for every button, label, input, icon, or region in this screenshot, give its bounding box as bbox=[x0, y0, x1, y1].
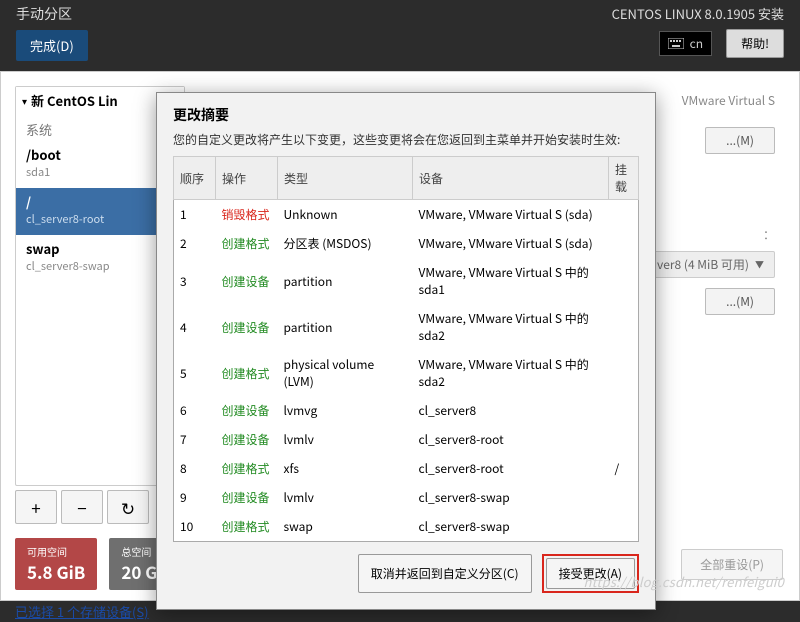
cell-order: 10 bbox=[174, 512, 216, 542]
cell-mount bbox=[609, 258, 639, 304]
modify-button[interactable]: ...(M) bbox=[705, 127, 775, 154]
watermark: https://blog.csdn.net/renfeigui0 bbox=[584, 572, 785, 591]
col-device[interactable]: 设备 bbox=[413, 157, 609, 200]
cell-type: 分区表 (MSDOS) bbox=[278, 229, 413, 258]
cell-operation: 创建格式 bbox=[216, 454, 278, 483]
cell-device: cl_server8-root bbox=[413, 425, 609, 454]
keyboard-indicator[interactable]: cn bbox=[659, 31, 712, 56]
table-row[interactable]: 6创建设备lvmvgcl_server8 bbox=[174, 396, 639, 425]
table-row[interactable]: 1销毁格式UnknownVMware, VMware Virtual S (sd… bbox=[174, 200, 639, 230]
reload-button[interactable]: ↻ bbox=[107, 490, 149, 524]
chevron-down-icon: ▼ bbox=[755, 258, 764, 271]
cell-operation: 创建格式 bbox=[216, 350, 278, 396]
cell-type: physical volume (LVM) bbox=[278, 350, 413, 396]
table-row[interactable]: 5创建格式physical volume (LVM)VMware, VMware… bbox=[174, 350, 639, 396]
keyboard-icon bbox=[668, 38, 684, 49]
cell-order: 1 bbox=[174, 200, 216, 230]
changes-table: 顺序 操作 类型 设备 挂载 1销毁格式UnknownVMware, VMwar… bbox=[173, 156, 639, 542]
cell-mount bbox=[609, 396, 639, 425]
col-operation[interactable]: 操作 bbox=[216, 157, 278, 200]
table-row[interactable]: 8创建格式xfscl_server8-root/ bbox=[174, 454, 639, 483]
cell-operation: 创建格式 bbox=[216, 512, 278, 542]
cell-operation: 创建格式 bbox=[216, 229, 278, 258]
cell-device: VMware, VMware Virtual S 中的 sda2 bbox=[413, 304, 609, 350]
col-type[interactable]: 类型 bbox=[278, 157, 413, 200]
cell-mount bbox=[609, 512, 639, 542]
mount-device: cl_server8-root bbox=[26, 211, 174, 227]
cell-operation: 创建设备 bbox=[216, 396, 278, 425]
cell-type: partition bbox=[278, 258, 413, 304]
help-button[interactable]: 帮助! bbox=[726, 29, 784, 58]
mount-path: swap bbox=[26, 239, 174, 258]
add-partition-button[interactable]: + bbox=[15, 490, 57, 524]
cell-operation: 创建设备 bbox=[216, 483, 278, 512]
cell-mount bbox=[609, 425, 639, 454]
cell-order: 4 bbox=[174, 304, 216, 350]
table-row[interactable]: 4创建设备partitionVMware, VMware Virtual S 中… bbox=[174, 304, 639, 350]
cell-type: swap bbox=[278, 512, 413, 542]
available-space-badge: 可用空间 5.8 GiB bbox=[15, 538, 97, 590]
col-order[interactable]: 顺序 bbox=[174, 157, 216, 200]
cell-operation: 创建设备 bbox=[216, 304, 278, 350]
mount-device: cl_server8-swap bbox=[26, 258, 174, 274]
mount-path: / bbox=[26, 192, 174, 211]
cell-mount bbox=[609, 200, 639, 230]
cell-mount bbox=[609, 229, 639, 258]
dialog-title: 更改摘要 bbox=[157, 93, 655, 131]
expand-arrow-icon: ▾ bbox=[22, 93, 27, 108]
top-bar: 手动分区 完成(D) CENTOS LINUX 8.0.1905 安装 cn 帮… bbox=[0, 0, 800, 71]
table-row[interactable]: 9创建设备lvmlvcl_server8-swap bbox=[174, 483, 639, 512]
cell-device: VMware, VMware Virtual S (sda) bbox=[413, 229, 609, 258]
cell-device: cl_server8-swap bbox=[413, 512, 609, 542]
cell-operation: 创建设备 bbox=[216, 258, 278, 304]
cell-mount bbox=[609, 304, 639, 350]
cell-mount bbox=[609, 350, 639, 396]
col-mount[interactable]: 挂载 bbox=[609, 157, 639, 200]
table-row[interactable]: 3创建设备partitionVMware, VMware Virtual S 中… bbox=[174, 258, 639, 304]
remove-partition-button[interactable]: − bbox=[61, 490, 103, 524]
cell-type: lvmlv bbox=[278, 425, 413, 454]
storage-devices-link[interactable]: 已选择 1 个存储设备(S) bbox=[15, 602, 149, 621]
cell-order: 9 bbox=[174, 483, 216, 512]
keyboard-layout-label: cn bbox=[690, 35, 703, 52]
cell-order: 8 bbox=[174, 454, 216, 483]
cell-type: partition bbox=[278, 304, 413, 350]
dialog-actions: 取消并返回到自定义分区(C) 接受更改(A) bbox=[157, 542, 655, 609]
cell-device: cl_server8-swap bbox=[413, 483, 609, 512]
modify-button-2[interactable]: ...(M) bbox=[705, 288, 775, 315]
cell-type: Unknown bbox=[278, 200, 413, 230]
cell-type: xfs bbox=[278, 454, 413, 483]
cell-operation: 创建设备 bbox=[216, 425, 278, 454]
cell-device: VMware, VMware Virtual S 中的 sda2 bbox=[413, 350, 609, 396]
table-row[interactable]: 10创建格式swapcl_server8-swap bbox=[174, 512, 639, 542]
cell-device: cl_server8-root bbox=[413, 454, 609, 483]
cell-mount bbox=[609, 483, 639, 512]
table-row[interactable]: 7创建设备lvmlvcl_server8-root bbox=[174, 425, 639, 454]
installer-title: CENTOS LINUX 8.0.1905 安装 bbox=[612, 4, 784, 23]
cell-order: 7 bbox=[174, 425, 216, 454]
cell-operation: 销毁格式 bbox=[216, 200, 278, 230]
mount-path: /boot bbox=[26, 145, 174, 164]
cell-order: 2 bbox=[174, 229, 216, 258]
table-row[interactable]: 2创建格式分区表 (MSDOS)VMware, VMware Virtual S… bbox=[174, 229, 639, 258]
cell-device: cl_server8 bbox=[413, 396, 609, 425]
cell-device: VMware, VMware Virtual S (sda) bbox=[413, 200, 609, 230]
cell-device: VMware, VMware Virtual S 中的 sda1 bbox=[413, 258, 609, 304]
done-button[interactable]: 完成(D) bbox=[16, 30, 88, 61]
cell-type: lvmvg bbox=[278, 396, 413, 425]
cancel-button[interactable]: 取消并返回到自定义分区(C) bbox=[358, 554, 532, 593]
cell-type: lvmlv bbox=[278, 483, 413, 512]
cell-order: 3 bbox=[174, 258, 216, 304]
page-title: 手动分区 bbox=[16, 4, 88, 24]
cell-mount: / bbox=[609, 454, 639, 483]
changes-summary-dialog: 更改摘要 您的自定义更改将产生以下变更，这些变更将会在您返回到主菜单并开始安装时… bbox=[156, 92, 656, 610]
dialog-subtitle: 您的自定义更改将产生以下变更，这些变更将会在您返回到主菜单并开始安装时生效: bbox=[157, 131, 655, 156]
vg-dropdown[interactable]: ver8 (4 MiB 可用) ▼ bbox=[646, 251, 775, 278]
cell-order: 5 bbox=[174, 350, 216, 396]
cell-order: 6 bbox=[174, 396, 216, 425]
mount-device: sda1 bbox=[26, 164, 174, 180]
